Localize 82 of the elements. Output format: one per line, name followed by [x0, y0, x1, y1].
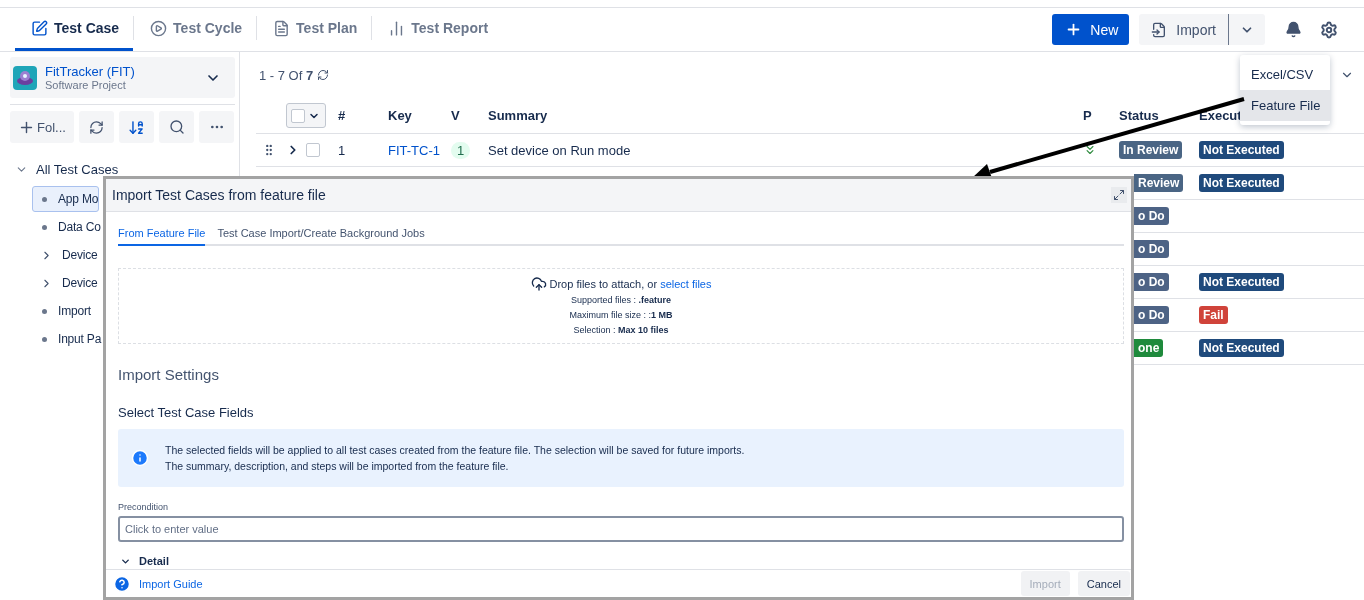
info-text: The selected fields will be applied to all test cases created from the feature file. The selection will be saved for future imports.	[165, 443, 745, 458]
version-badge: 1	[451, 141, 471, 159]
menu-item[interactable]: Feature File	[1240, 90, 1330, 121]
result-count: 1 - 7 Of 7	[259, 67, 314, 83]
dialog-tab[interactable]: Test Case Import/Create Background Jobs	[217, 224, 425, 246]
column-header: #	[337, 108, 347, 123]
table-cell-text: 1	[337, 142, 347, 158]
tab-icon	[273, 19, 291, 37]
execution-badge: Not Executed	[1199, 141, 1284, 159]
tree-root[interactable]: All Test Cases	[15, 154, 235, 184]
help-icon[interactable]	[113, 574, 131, 593]
field-label: Precondition	[118, 502, 170, 512]
dialog-button[interactable]: Cancel	[1077, 571, 1130, 596]
execution-badge: Not Executed	[1199, 339, 1284, 357]
detail-section-toggle[interactable]: Detail	[118, 555, 1124, 567]
info-icon	[131, 449, 149, 467]
status-badge: In Review	[1119, 141, 1183, 159]
maximize-icon[interactable]	[1111, 187, 1127, 203]
select-files-link[interactable]: select files	[660, 277, 712, 290]
status-badge: o Do	[1134, 306, 1169, 324]
import-guide-link[interactable]: Import Guide	[139, 577, 203, 590]
priority-low-icon	[1083, 143, 1097, 157]
sort-az-icon	[128, 118, 145, 136]
refresh-icon[interactable]	[317, 69, 330, 81]
precondition-field[interactable]: Click to enter value	[118, 516, 1124, 542]
dialog-title: Import Test Cases from feature file	[112, 187, 326, 203]
new-button[interactable]: New	[1052, 14, 1130, 45]
status-badge: Review	[1134, 174, 1184, 192]
column-header: V	[450, 108, 461, 123]
tree-item[interactable]: Input Pa	[32, 326, 103, 352]
upload-limit-text: Maximum file size : :1 MB	[569, 309, 673, 320]
column-header: Status	[1118, 108, 1160, 123]
upload-limit-text: Selection : Max 10 files	[573, 324, 669, 335]
section-subtitle: Select Test Case Fields	[118, 405, 255, 420]
table-cell-text: Set device on Run mode	[487, 142, 632, 158]
checkbox-icon	[291, 108, 305, 123]
bullet-icon	[42, 196, 47, 202]
import-icon	[1151, 21, 1168, 38]
status-badge: o Do	[1134, 207, 1169, 225]
bullet-icon	[42, 336, 47, 342]
refresh-button[interactable]	[79, 111, 114, 143]
nav-tab[interactable]: Test Report	[372, 8, 503, 51]
tree-item[interactable]: Device	[32, 270, 99, 296]
tree-item[interactable]: App Mo	[32, 186, 100, 212]
info-text: The summary, description, and steps will be imported from the feature file.	[165, 459, 510, 474]
execution-badge: Not Executed	[1199, 273, 1284, 291]
project-name: FitTracker (FIT)	[45, 64, 136, 79]
project-avatar-icon	[13, 65, 37, 90]
nav-tab[interactable]: Test Case	[15, 8, 134, 51]
tab-icon	[31, 19, 48, 37]
column-header: Summary	[487, 108, 549, 123]
sort-button[interactable]	[119, 111, 154, 143]
project-selector[interactable]: FitTracker (FIT) Software Project	[10, 57, 235, 98]
project-type: Software Project	[45, 79, 127, 91]
column-header: P	[1082, 108, 1093, 123]
execution-badge: Not Executed	[1199, 174, 1284, 192]
status-badge: one	[1134, 339, 1164, 357]
upload-icon	[530, 275, 547, 292]
bullet-icon	[42, 224, 47, 230]
section-title: Import Settings	[118, 366, 220, 383]
new-folder-button[interactable]: Fol...	[10, 111, 74, 143]
nav-tab[interactable]: Test Cycle	[134, 8, 257, 51]
drop-prompt: Drop files to attach, or	[549, 277, 658, 290]
test-case-key-link[interactable]: FIT-TC-1	[388, 142, 440, 158]
tab-icon	[150, 19, 168, 37]
status-badge: o Do	[1134, 273, 1169, 291]
tree-item[interactable]: Import	[32, 298, 92, 324]
refresh-icon	[89, 119, 104, 135]
execution-badge: Fail	[1199, 306, 1228, 324]
dialog-tab[interactable]: From Feature File	[118, 224, 206, 246]
search-icon	[168, 119, 185, 135]
search-button[interactable]	[159, 111, 194, 143]
upload-limit-text: Supported files : .feature	[570, 294, 672, 305]
row-checkbox[interactable]	[306, 143, 320, 157]
tree-item[interactable]: Data Co	[32, 214, 102, 240]
menu-item[interactable]: Excel/CSV	[1240, 59, 1330, 90]
file-drop-zone[interactable]: Drop files to attach, or select files Supported files : .feature Maximum file size : :1 MB Selection : Max 10 files	[118, 268, 1124, 344]
status-badge: o Do	[1134, 240, 1169, 258]
bullet-icon	[42, 308, 47, 314]
nav-tab[interactable]: Test Plan	[257, 8, 372, 51]
tree-item[interactable]: Device	[32, 242, 99, 268]
column-header: Key	[387, 108, 413, 123]
